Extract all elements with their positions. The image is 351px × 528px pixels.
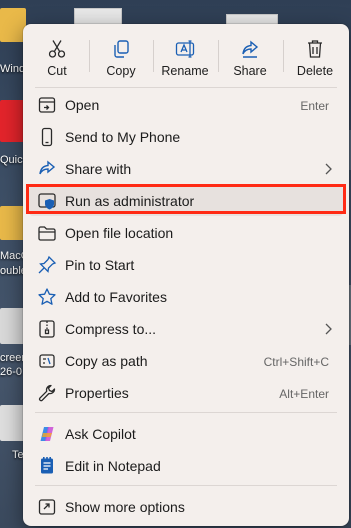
shortcut-text: Ctrl+Shift+C <box>263 355 329 369</box>
shortcut-text: Enter <box>300 99 329 113</box>
cut-label: Cut <box>47 64 67 78</box>
menu-item-label: Run as administrator <box>65 193 195 209</box>
menu-item-label: Properties <box>65 385 129 401</box>
menu-item-properties[interactable]: Properties Alt+Enter <box>29 378 343 408</box>
menu-item-run-as-admin[interactable]: Run as administrator <box>26 184 346 216</box>
menu-item-pin-to-start[interactable]: Pin to Start <box>29 250 343 280</box>
desktop-icon-label: Te <box>12 449 24 461</box>
cut-button[interactable]: Cut <box>26 30 88 82</box>
star-icon <box>37 287 57 307</box>
menu-item-label: Ask Copilot <box>65 426 136 442</box>
menu-divider <box>35 87 337 88</box>
scissors-icon <box>48 39 66 64</box>
delete-label: Delete <box>296 64 334 78</box>
menu-item-label: Compress to... <box>65 321 157 337</box>
rename-icon <box>175 39 195 64</box>
menu-item-label: Show more options <box>65 499 185 515</box>
menu-divider <box>35 412 337 413</box>
rename-label: Rename <box>161 64 209 78</box>
trash-icon <box>306 39 324 64</box>
wrench-icon <box>37 383 57 403</box>
menu-item-label: Open file location <box>65 225 174 241</box>
desktop-icon-label: 26-0 <box>0 366 23 378</box>
menu-item-share-with[interactable]: Share with <box>29 154 343 184</box>
context-menu: Cut Copy Rename Share Delete Open Enter … <box>23 24 349 526</box>
copy-button[interactable]: Copy <box>90 30 152 82</box>
desktop-icon-label: Quic <box>0 154 23 166</box>
menu-item-compress-to[interactable]: Compress to... <box>29 314 343 344</box>
shield-icon <box>37 191 57 211</box>
menu-divider <box>35 485 337 486</box>
share-button[interactable]: Share <box>219 30 281 82</box>
copy-path-icon <box>37 351 57 371</box>
copilot-icon <box>37 424 57 444</box>
menu-item-label: Open <box>65 97 100 113</box>
copy-icon <box>112 39 130 64</box>
menu-item-copy-as-path[interactable]: Copy as path Ctrl+Shift+C <box>29 346 343 376</box>
menu-item-label: Copy as path <box>65 353 148 369</box>
share-icon <box>240 39 260 64</box>
open-icon <box>37 95 57 115</box>
desktop-icon-label: Wind <box>0 63 26 75</box>
phone-icon <box>37 127 57 147</box>
menu-item-ask-copilot[interactable]: Ask Copilot <box>29 419 343 449</box>
copy-label: Copy <box>106 64 136 78</box>
menu-item-open[interactable]: Open Enter <box>29 90 343 120</box>
menu-item-open-file-location[interactable]: Open file location <box>29 218 343 248</box>
menu-item-edit-in-notepad[interactable]: Edit in Notepad <box>29 451 343 481</box>
notepad-icon <box>37 456 57 476</box>
menu-item-send-to-phone[interactable]: Send to My Phone <box>29 122 343 152</box>
share-with-icon <box>37 159 57 179</box>
delete-button[interactable]: Delete <box>284 30 346 82</box>
menu-item-label: Add to Favorites <box>65 289 167 305</box>
menu-item-show-more-options[interactable]: Show more options <box>29 492 343 522</box>
chevron-right-icon <box>323 162 333 181</box>
shortcut-text: Alt+Enter <box>279 387 329 401</box>
pin-icon <box>37 255 57 275</box>
rename-button[interactable]: Rename <box>154 30 216 82</box>
more-options-icon <box>37 497 57 517</box>
menu-item-label: Pin to Start <box>65 257 135 273</box>
menu-item-label: Edit in Notepad <box>65 458 161 474</box>
folder-icon <box>37 223 57 243</box>
compress-icon <box>37 319 57 339</box>
chevron-right-icon <box>323 322 333 341</box>
menu-item-add-to-favorites[interactable]: Add to Favorites <box>29 282 343 312</box>
menu-item-label: Send to My Phone <box>65 129 181 145</box>
share-label: Share <box>233 64 267 78</box>
menu-item-label: Share with <box>65 161 132 177</box>
context-menu-toolbar: Cut Copy Rename Share Delete <box>23 24 349 86</box>
